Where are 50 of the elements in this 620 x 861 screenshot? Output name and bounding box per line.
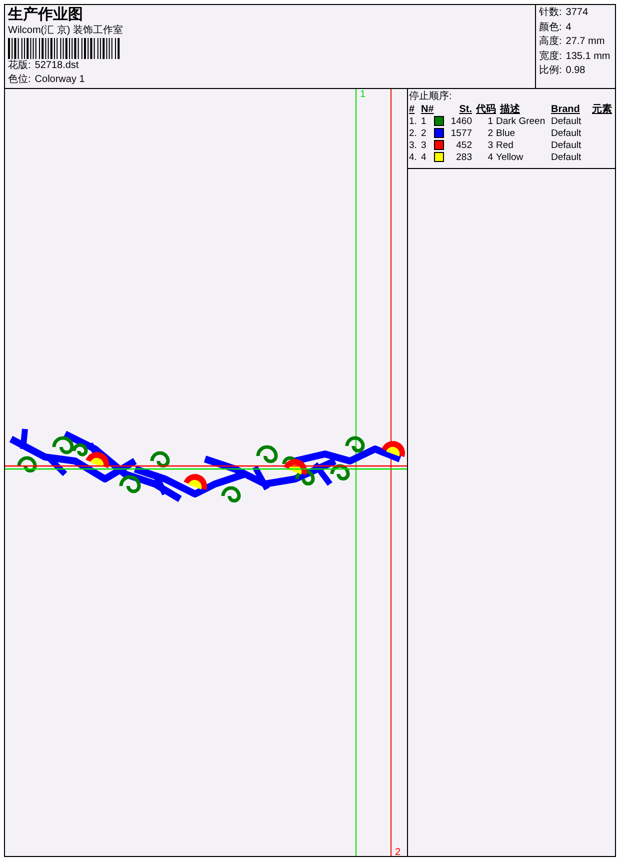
stat-label: 比例: — [539, 65, 562, 78]
column-header: 元素 — [591, 104, 612, 116]
table-cell: 4. — [409, 152, 421, 164]
table-cell: 4 — [472, 152, 496, 164]
stat-label: 高度: — [539, 36, 562, 48]
table-cell: 2 — [421, 128, 434, 140]
table-title: 停止顺序: — [409, 91, 453, 104]
stat-value: 0.98 — [566, 65, 586, 78]
stat-value: 27.7 mm — [566, 36, 605, 48]
table-cell-text: 452 — [455, 140, 472, 152]
column-header: St. — [434, 104, 472, 116]
table-cell: 4 — [421, 152, 434, 164]
file-name: 52718.dst — [34, 60, 79, 72]
company-name: Wilcom(汇 京) 装饰工作室 — [8, 24, 124, 37]
file-label: 花版: — [8, 60, 31, 72]
table-cell: 2. — [409, 128, 421, 140]
stat-value: 135.1 mm — [566, 50, 610, 63]
table-cell: 2 — [472, 128, 496, 140]
table-cell: 3 — [421, 140, 434, 152]
table-cell: 3 — [472, 140, 496, 152]
sheet-title: 生产作业图 — [8, 7, 84, 24]
colorway-value: Colorway 1 — [34, 74, 85, 86]
table-cell: 1 — [472, 116, 496, 128]
stat-value: 4 — [566, 22, 572, 34]
table-cell-text: Red — [496, 140, 514, 152]
table-cell-text: 283 — [455, 152, 472, 164]
table-cell-text: Dark Green — [496, 116, 546, 128]
table-cell: 1 — [421, 116, 434, 128]
table-cell-text: Default — [551, 116, 582, 128]
stat-label: 宽度: — [539, 50, 562, 63]
table-cell-text: Yellow — [496, 152, 524, 164]
column-header: 描述 — [496, 104, 551, 116]
stat-label: 颜色: — [539, 22, 562, 34]
table-cell-text: 1577 — [450, 128, 472, 140]
marker-label: 2 — [395, 847, 401, 856]
table-cell-text: Blue — [496, 128, 516, 140]
column-header: 代码 — [472, 104, 496, 116]
table-cell-text: Default — [551, 152, 582, 164]
column-header: N# — [421, 104, 434, 116]
stat-value: 3774 — [566, 7, 588, 20]
marker-label: 1 — [360, 89, 366, 100]
table-cell-text: 1. — [409, 116, 418, 128]
column-header: Brand — [551, 104, 581, 116]
stat-label: 针数: — [539, 7, 562, 20]
table-cell-text: Default — [551, 140, 582, 152]
column-header: # — [409, 104, 421, 116]
colorway-label: 色位: — [8, 74, 31, 86]
table-cell: 3. — [409, 140, 421, 152]
table-cell-text: Default — [551, 128, 582, 140]
table-cell-text: 1460 — [450, 116, 472, 128]
